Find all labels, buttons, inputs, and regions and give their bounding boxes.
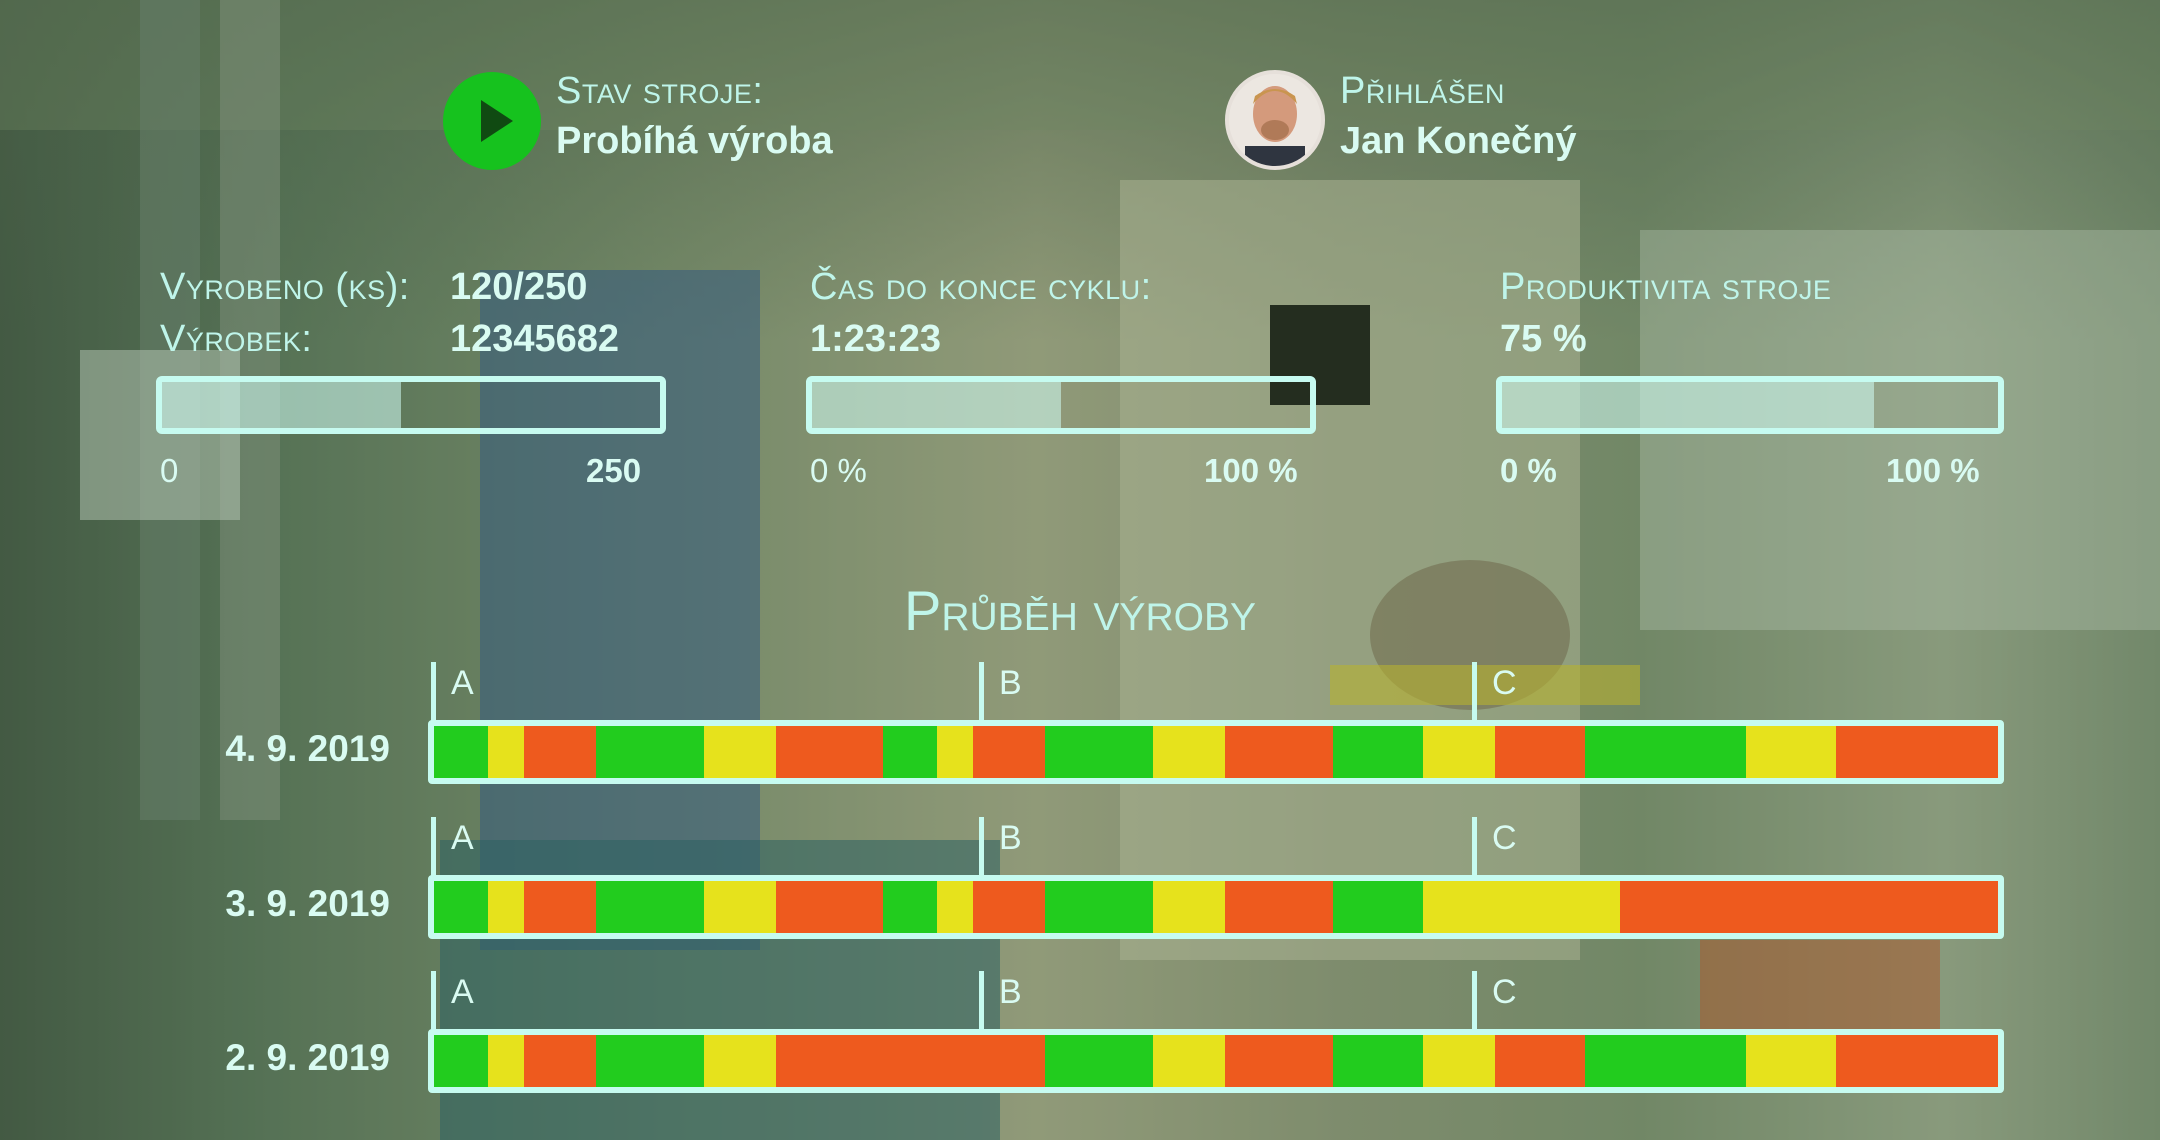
produced-min: 0 bbox=[160, 452, 179, 489]
bar-segment-yellow bbox=[703, 726, 776, 778]
bar-segment-green bbox=[1045, 726, 1154, 778]
productivity-max: 100 % bbox=[1886, 452, 1980, 489]
bar-segment-red bbox=[523, 726, 596, 778]
bar-segment-red bbox=[523, 1035, 596, 1087]
shift-label: A bbox=[451, 973, 474, 1011]
productivity-gauge bbox=[1496, 376, 2004, 434]
produced-label: Vyrobeno (ks): bbox=[160, 266, 410, 308]
bar-segment-green bbox=[1584, 726, 1747, 778]
bar-segment-red bbox=[775, 726, 884, 778]
bar-segment-yellow bbox=[1153, 726, 1225, 778]
cycle-max: 100 % bbox=[1204, 452, 1298, 489]
user-label: Přihlášen bbox=[1340, 70, 1505, 112]
cycle-gauge bbox=[806, 376, 1316, 434]
shift-label: B bbox=[999, 664, 1022, 702]
shift-label: C bbox=[1492, 664, 1517, 702]
user-name: Jan Konečný bbox=[1340, 120, 1577, 162]
cycle-label: Čas do konce cyklu: bbox=[810, 266, 1152, 308]
bar-segment-red bbox=[1224, 726, 1333, 778]
bar-segment-green bbox=[1045, 881, 1154, 933]
bar-segment-yellow bbox=[1422, 1035, 1495, 1087]
bar-segment-green bbox=[595, 726, 704, 778]
production-bar bbox=[428, 1029, 2004, 1093]
timeline-title-text: Průběh výroby bbox=[904, 579, 1256, 642]
productivity-value: 75 % bbox=[1500, 318, 1587, 360]
cycle-value: 1:23:23 bbox=[810, 318, 941, 360]
bar-segment-red bbox=[775, 1035, 1046, 1087]
production-bar bbox=[428, 720, 2004, 784]
bar-segment-yellow bbox=[1746, 1035, 1837, 1087]
bar-segment-red bbox=[1224, 1035, 1333, 1087]
bar-segment-yellow bbox=[487, 726, 524, 778]
produced-value: 120/250 bbox=[450, 266, 588, 308]
bar-segment-yellow bbox=[703, 1035, 776, 1087]
day-date: 3. 9. 2019 bbox=[225, 883, 390, 924]
shift-label: A bbox=[451, 664, 474, 702]
bar-segment-red bbox=[775, 881, 884, 933]
bar-segment-red bbox=[973, 881, 1046, 933]
bar-segment-yellow bbox=[1746, 726, 1837, 778]
bar-segment-yellow bbox=[487, 1035, 524, 1087]
day-date: 2. 9. 2019 bbox=[225, 1037, 390, 1078]
produced-max: 250 bbox=[586, 452, 642, 489]
bar-segment-yellow bbox=[937, 726, 974, 778]
cycle-min: 0 % bbox=[810, 452, 867, 489]
bar-segment-red bbox=[1224, 881, 1333, 933]
bar-segment-red bbox=[523, 881, 596, 933]
day-date: 4. 9. 2019 bbox=[225, 728, 390, 769]
bar-segment-green bbox=[434, 1035, 488, 1087]
produced-gauge-fill bbox=[162, 382, 402, 428]
status-value: Probíhá výroba bbox=[556, 120, 833, 162]
shift-label: C bbox=[1492, 819, 1517, 857]
bar-segment-yellow bbox=[1422, 881, 1621, 933]
bar-segment-green bbox=[1045, 1035, 1154, 1087]
shift-label: B bbox=[999, 973, 1022, 1011]
bar-segment-green bbox=[434, 881, 488, 933]
productivity-label: Produktivita stroje bbox=[1500, 266, 1832, 308]
cycle-gauge-fill bbox=[812, 382, 1061, 428]
bar-segment-green bbox=[1332, 726, 1423, 778]
bar-segment-red bbox=[1494, 726, 1585, 778]
bar-segment-yellow bbox=[1422, 726, 1495, 778]
bar-segment-yellow bbox=[703, 881, 776, 933]
bar-segment-green bbox=[595, 881, 704, 933]
produced-gauge bbox=[156, 376, 666, 434]
bar-segment-green bbox=[883, 726, 938, 778]
bar-segment-green bbox=[1584, 1035, 1747, 1087]
timeline-title: Průběh výroby bbox=[0, 578, 2160, 643]
productivity-gauge-fill bbox=[1502, 382, 1874, 428]
shift-label: C bbox=[1492, 973, 1517, 1011]
avatar bbox=[1225, 70, 1325, 170]
bar-segment-red bbox=[1494, 1035, 1585, 1087]
productivity-min: 0 % bbox=[1500, 452, 1557, 489]
bar-segment-yellow bbox=[937, 881, 974, 933]
bar-segment-red bbox=[1836, 726, 1998, 778]
product-value: 12345682 bbox=[450, 318, 620, 360]
overlay-tint bbox=[0, 0, 2160, 1140]
bar-segment-green bbox=[595, 1035, 704, 1087]
play-icon bbox=[443, 72, 541, 170]
bar-segment-green bbox=[1332, 1035, 1423, 1087]
bar-segment-green bbox=[1332, 881, 1423, 933]
status-label: Stav stroje: bbox=[556, 70, 764, 112]
bar-segment-red bbox=[973, 726, 1046, 778]
production-bar bbox=[428, 875, 2004, 939]
bar-segment-red bbox=[1620, 881, 1998, 933]
bar-segment-red bbox=[1836, 1035, 1998, 1087]
shift-label: B bbox=[999, 819, 1022, 857]
product-label: Výrobek: bbox=[160, 318, 313, 360]
bar-segment-green bbox=[434, 726, 488, 778]
bar-segment-green bbox=[883, 881, 938, 933]
bar-segment-yellow bbox=[487, 881, 524, 933]
bar-segment-yellow bbox=[1153, 881, 1225, 933]
bar-segment-yellow bbox=[1153, 1035, 1225, 1087]
shift-label: A bbox=[451, 819, 474, 857]
